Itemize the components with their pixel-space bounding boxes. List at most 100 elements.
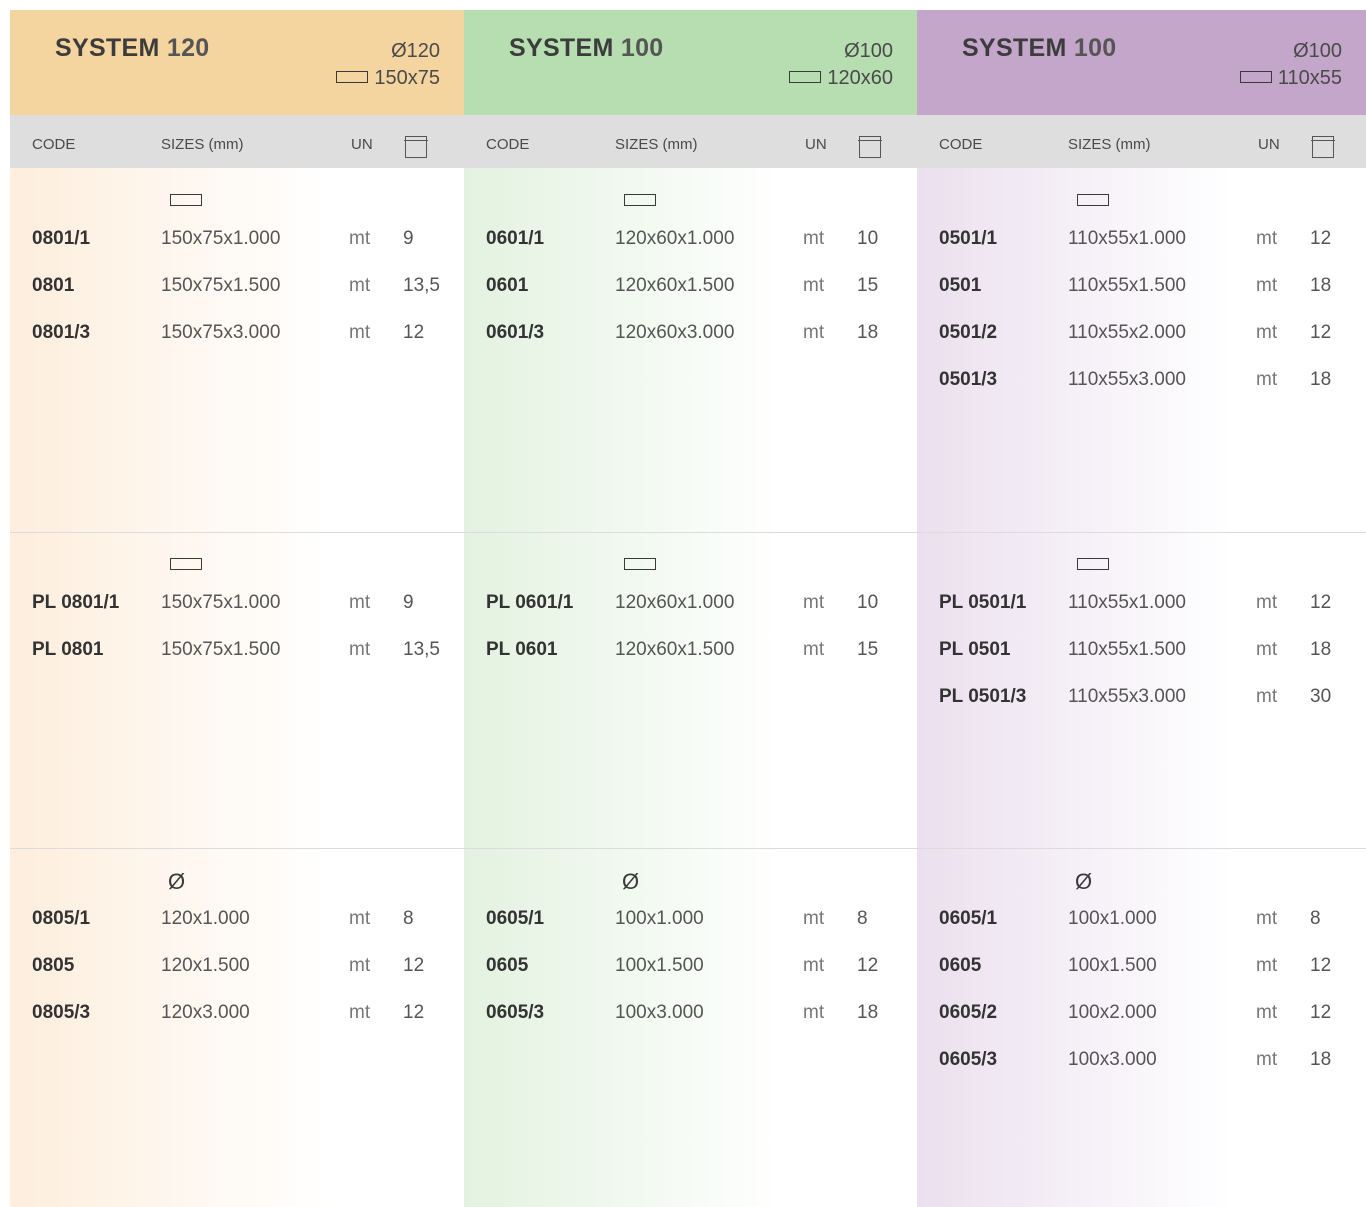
system-title-number: 120 [166, 34, 210, 62]
row-quantity: 18 [857, 1002, 879, 1023]
row-size: 120x60x1.000 [615, 592, 735, 613]
row-code: 0805/1 [32, 908, 91, 929]
row-code: 0605/3 [486, 1002, 545, 1023]
header-code: CODE [939, 136, 983, 153]
table-row: PL 0501/3 110x55x3.000 mt 30 [917, 686, 1366, 716]
table-row: PL 0501/1 110x55x1.000 mt 12 [917, 592, 1366, 622]
system-header: SYSTEM 100 Ø100 110x55 [917, 10, 1366, 115]
rectangle-profile-icon [624, 558, 656, 570]
row-quantity: 15 [857, 639, 879, 660]
row-unit: mt [1256, 908, 1278, 929]
row-size: 110x55x1.000 [1068, 228, 1186, 249]
row-unit: mt [803, 275, 825, 296]
table-row: 0605/3 100x3.000 mt 18 [464, 1002, 917, 1032]
row-unit: mt [349, 275, 371, 296]
table-row: 0805/1 120x1.000 mt 8 [10, 908, 464, 938]
system-header: SYSTEM 100 Ø100 120x60 [464, 10, 917, 115]
row-unit: mt [349, 1002, 371, 1023]
table-row: 0501/1 110x55x1.000 mt 12 [917, 228, 1366, 258]
rectangle-duct-icon [336, 70, 369, 83]
row-unit: mt [1256, 955, 1278, 976]
row-size: 100x3.000 [1068, 1049, 1157, 1070]
column-headers: CODE SIZES (mm) UN [464, 115, 917, 168]
diameter-spec: Ø120 [391, 40, 440, 62]
table-row: 0601/3 120x60x3.000 mt 18 [464, 322, 917, 352]
row-unit: mt [349, 592, 371, 613]
row-size: 100x1.000 [1068, 908, 1157, 929]
table-row: PL 0801/1 150x75x1.000 mt 9 [10, 592, 464, 622]
row-code: 0801/3 [32, 322, 91, 343]
row-code: 0801 [32, 275, 75, 296]
row-unit: mt [803, 322, 825, 343]
system-title-number: 100 [620, 34, 664, 62]
rectangle-spec: 120x60 [789, 67, 893, 90]
rectangle-spec-value: 110x55 [1277, 67, 1342, 89]
diameter-spec: Ø100 [844, 40, 893, 62]
row-quantity: 9 [403, 228, 414, 249]
row-code: 0501 [939, 275, 982, 296]
row-quantity: 9 [403, 592, 414, 613]
row-unit: mt [349, 955, 371, 976]
row-code: 0801/1 [32, 228, 91, 249]
row-quantity: 18 [1310, 1049, 1332, 1070]
row-code: 0601 [486, 275, 529, 296]
table-row: 0601 120x60x1.500 mt 15 [464, 275, 917, 305]
row-size: 150x75x3.000 [161, 322, 281, 343]
row-quantity: 13,5 [403, 639, 440, 660]
row-size: 110x55x1.500 [1068, 639, 1186, 660]
system-title: SYSTEM 100 [962, 34, 1116, 63]
row-code: 0605/2 [939, 1002, 998, 1023]
table-row: 0605 100x1.500 mt 12 [917, 955, 1366, 985]
rectangle-profile-icon [1077, 194, 1109, 206]
row-unit: mt [803, 955, 825, 976]
system-column: SYSTEM 120 Ø120 150x75 CODE SIZES (mm) UN 0801… [10, 10, 464, 1207]
row-quantity: 12 [403, 322, 425, 343]
row-size: 110x55x1.000 [1068, 592, 1186, 613]
row-unit: mt [1256, 639, 1278, 660]
table-row: 0805/3 120x3.000 mt 12 [10, 1002, 464, 1032]
section-divider [917, 848, 1366, 849]
row-quantity: 12 [857, 955, 879, 976]
row-quantity: 8 [403, 908, 414, 929]
system-title: SYSTEM 100 [509, 34, 663, 63]
row-unit: mt [1256, 322, 1278, 343]
row-quantity: 12 [1310, 228, 1332, 249]
diameter-spec: Ø100 [1293, 40, 1342, 62]
package-box-icon [858, 136, 882, 158]
row-quantity: 10 [857, 592, 879, 613]
row-quantity: 12 [1310, 322, 1332, 343]
row-quantity: 8 [857, 908, 868, 929]
row-size: 120x60x1.500 [615, 275, 735, 296]
row-code: 0605/1 [939, 908, 998, 929]
row-quantity: 10 [857, 228, 879, 249]
row-code: PL 0801 [32, 639, 104, 660]
rectangle-duct-icon [789, 70, 822, 83]
row-size: 120x1.000 [161, 908, 250, 929]
row-size: 100x1.500 [1068, 955, 1157, 976]
table-row: PL 0601/1 120x60x1.000 mt 10 [464, 592, 917, 622]
system-title-word: SYSTEM [55, 34, 160, 62]
header-un: UN [351, 136, 373, 153]
row-unit: mt [349, 228, 371, 249]
system-title-number: 100 [1073, 34, 1117, 62]
row-unit: mt [1256, 686, 1278, 707]
row-code: 0805/3 [32, 1002, 91, 1023]
row-code: PL 0501/3 [939, 686, 1027, 707]
row-unit: mt [803, 639, 825, 660]
header-sizes: SIZES (mm) [1068, 136, 1151, 153]
row-quantity: 18 [1310, 369, 1332, 390]
header-code: CODE [486, 136, 530, 153]
row-quantity: 12 [1310, 592, 1332, 613]
row-quantity: 18 [857, 322, 879, 343]
row-size: 120x60x1.500 [615, 639, 735, 660]
section-divider [464, 532, 917, 533]
row-code: 0601/3 [486, 322, 545, 343]
table-row: PL 0601 120x60x1.500 mt 15 [464, 639, 917, 669]
rectangle-spec-value: 120x60 [827, 67, 893, 89]
row-quantity: 8 [1310, 908, 1321, 929]
row-unit: mt [1256, 228, 1278, 249]
table-row: 0805 120x1.500 mt 12 [10, 955, 464, 985]
header-sizes: SIZES (mm) [161, 136, 244, 153]
row-size: 120x60x3.000 [615, 322, 735, 343]
row-code: PL 0801/1 [32, 592, 120, 613]
